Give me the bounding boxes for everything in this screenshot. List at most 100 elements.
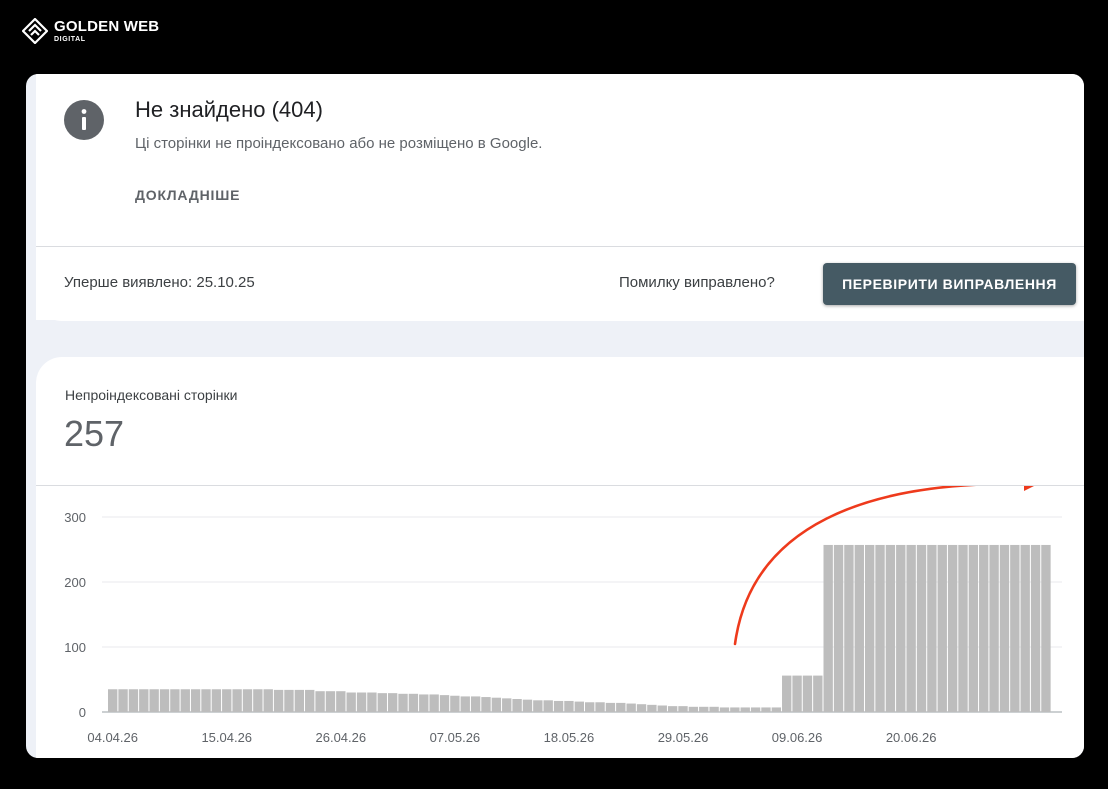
- bar: [429, 694, 439, 712]
- bar: [585, 702, 595, 712]
- bar: [222, 689, 232, 712]
- bar: [201, 689, 211, 712]
- y-tick-label: 300: [64, 510, 86, 525]
- bar: [564, 700, 574, 712]
- bar: [782, 675, 792, 712]
- bar: [533, 700, 543, 712]
- issue-description: Ці сторінки не проіндексовано або не роз…: [135, 135, 543, 152]
- bar: [377, 693, 387, 712]
- bar: [844, 544, 854, 712]
- bar: [761, 707, 771, 712]
- x-tick-label: 29.05.26: [658, 730, 709, 745]
- bar: [149, 689, 159, 712]
- bar: [170, 689, 180, 712]
- bar: [896, 544, 906, 712]
- metric-label: Непроіндексовані сторінки: [65, 387, 238, 403]
- bar: [678, 706, 688, 712]
- bar: [574, 701, 584, 712]
- bar: [875, 544, 885, 712]
- bar: [979, 544, 989, 712]
- metric-value: 257: [64, 413, 125, 454]
- bar: [947, 544, 958, 712]
- bar: [999, 544, 1010, 712]
- golden-web-logo-icon: [22, 18, 48, 44]
- bar: [522, 699, 533, 712]
- bar: [740, 707, 750, 712]
- bar: [336, 691, 346, 712]
- bar: [906, 544, 916, 712]
- bar: [356, 692, 367, 712]
- bar: [419, 694, 429, 712]
- bar: [346, 692, 356, 712]
- search-console-frame: Не знайдено (404) Ці сторінки не проінде…: [26, 74, 1084, 758]
- issue-title: Не знайдено (404): [135, 97, 323, 122]
- bar: [159, 689, 170, 712]
- bar: [139, 689, 149, 712]
- bar: [989, 544, 999, 712]
- bar: [750, 707, 761, 712]
- brand-name: GOLDEN WEB: [54, 18, 160, 35]
- bar: [792, 675, 802, 712]
- bar: [719, 707, 730, 712]
- bar: [512, 699, 522, 712]
- bar: [616, 702, 626, 712]
- chart-card: Непроіндексовані сторінки 257 0 100 200 300…: [36, 357, 1084, 758]
- bar: [1041, 544, 1051, 712]
- brand-logo: GOLDEN WEB DIGITAL: [22, 18, 159, 44]
- bar: [1030, 544, 1041, 712]
- bar: [937, 544, 947, 712]
- x-tick-label: 09.06.26: [772, 730, 823, 745]
- bar: [325, 691, 336, 712]
- bar: [460, 696, 470, 712]
- bar: [647, 704, 657, 712]
- bar: [771, 707, 782, 712]
- bar: [636, 704, 647, 712]
- bar: [543, 700, 553, 712]
- info-icon: [64, 100, 104, 140]
- validate-fix-button[interactable]: ПЕРЕВІРИТИ ВИПРАВЛЕННЯ: [823, 263, 1076, 305]
- y-tick-label: 0: [79, 705, 86, 720]
- x-tick-label: 15.04.26: [201, 730, 252, 745]
- bar: [190, 689, 201, 712]
- bar: [439, 695, 450, 712]
- bar: [968, 544, 979, 712]
- bar: [927, 544, 937, 712]
- bar: [263, 689, 273, 712]
- brand-subtitle: DIGITAL: [54, 36, 86, 43]
- first-detected-date: Уперше виявлено: 25.10.25: [64, 274, 255, 291]
- y-tick-label: 200: [64, 575, 86, 590]
- y-tick-label: 100: [64, 640, 86, 655]
- bar: [398, 693, 408, 712]
- bar: [408, 693, 419, 712]
- bar: [450, 695, 460, 712]
- bar: [253, 689, 263, 712]
- bar: [1020, 544, 1030, 712]
- bar: [367, 692, 377, 712]
- bar: [730, 707, 740, 712]
- bar: [470, 696, 481, 712]
- bar: [232, 689, 242, 712]
- bar: [502, 698, 512, 712]
- x-tick-label: 20.06.26: [886, 730, 937, 745]
- bar: [595, 702, 605, 712]
- bar: [688, 706, 699, 712]
- bar: [709, 706, 719, 712]
- bar: [242, 689, 253, 712]
- issue-status-row: Уперше виявлено: 25.10.25 Помилку виправ…: [36, 246, 1084, 321]
- bar: [699, 706, 709, 712]
- bar: [813, 675, 823, 712]
- bar: [1010, 544, 1020, 712]
- learn-more-link[interactable]: ДОКЛАДНІШЕ: [135, 187, 240, 203]
- bar: [605, 702, 616, 712]
- trend-arrow-head-icon: [1024, 486, 1034, 491]
- x-tick-label: 26.04.26: [316, 730, 367, 745]
- bar: [273, 689, 284, 712]
- bar: [128, 689, 139, 712]
- bar: [284, 689, 294, 712]
- x-tick-label: 07.05.26: [430, 730, 481, 745]
- bar: [211, 689, 222, 712]
- bar: [481, 697, 491, 712]
- bar: [387, 693, 398, 712]
- bar: [854, 544, 864, 712]
- bar: [667, 706, 678, 712]
